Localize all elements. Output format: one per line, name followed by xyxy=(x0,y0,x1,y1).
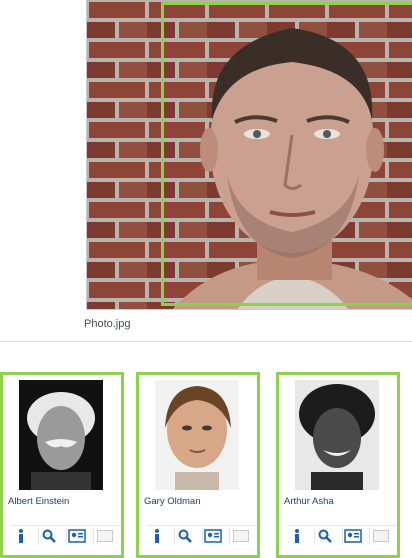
mail-icon xyxy=(96,530,113,542)
candidate-name[interactable]: Albert Einstein xyxy=(8,496,69,507)
zoom-button[interactable] xyxy=(313,527,336,545)
info-button[interactable] xyxy=(287,527,308,545)
zoom-button[interactable] xyxy=(173,527,196,545)
mail-button[interactable] xyxy=(369,527,391,545)
photo-image xyxy=(87,0,412,309)
info-button[interactable] xyxy=(147,527,168,545)
profile-card-icon xyxy=(68,529,86,543)
magnifier-icon xyxy=(178,529,193,543)
profile-card-icon xyxy=(344,529,362,543)
info-icon xyxy=(19,529,24,543)
info-icon xyxy=(155,529,160,543)
mail-button[interactable] xyxy=(229,527,251,545)
mail-icon xyxy=(232,530,249,542)
candidate-thumbnail[interactable] xyxy=(295,380,379,490)
mail-button[interactable] xyxy=(93,527,115,545)
profile-card-icon xyxy=(204,529,222,543)
magnifier-icon xyxy=(318,529,333,543)
main-photo xyxy=(86,0,412,310)
photo-filename: Photo.jpg xyxy=(84,318,131,330)
profile-button[interactable] xyxy=(201,527,224,545)
profile-button[interactable] xyxy=(65,527,88,545)
candidate-toolbar xyxy=(11,525,121,546)
candidate-thumbnail[interactable] xyxy=(19,380,103,490)
candidate-card[interactable]: Gary Oldman xyxy=(136,372,260,558)
info-button[interactable] xyxy=(11,527,32,545)
profile-button[interactable] xyxy=(341,527,364,545)
candidate-card[interactable]: Albert Einstein xyxy=(0,372,124,558)
candidate-toolbar xyxy=(147,525,257,546)
candidate-thumbnail[interactable] xyxy=(155,380,239,490)
candidate-name[interactable]: Gary Oldman xyxy=(144,496,201,507)
magnifier-icon xyxy=(42,529,57,543)
candidate-card[interactable]: Arthur Asha xyxy=(276,372,400,558)
candidate-name[interactable]: Arthur Asha xyxy=(284,496,334,507)
info-icon xyxy=(295,529,300,543)
section-divider xyxy=(0,341,412,342)
zoom-button[interactable] xyxy=(37,527,60,545)
mail-icon xyxy=(372,530,389,542)
candidate-toolbar xyxy=(287,525,397,546)
